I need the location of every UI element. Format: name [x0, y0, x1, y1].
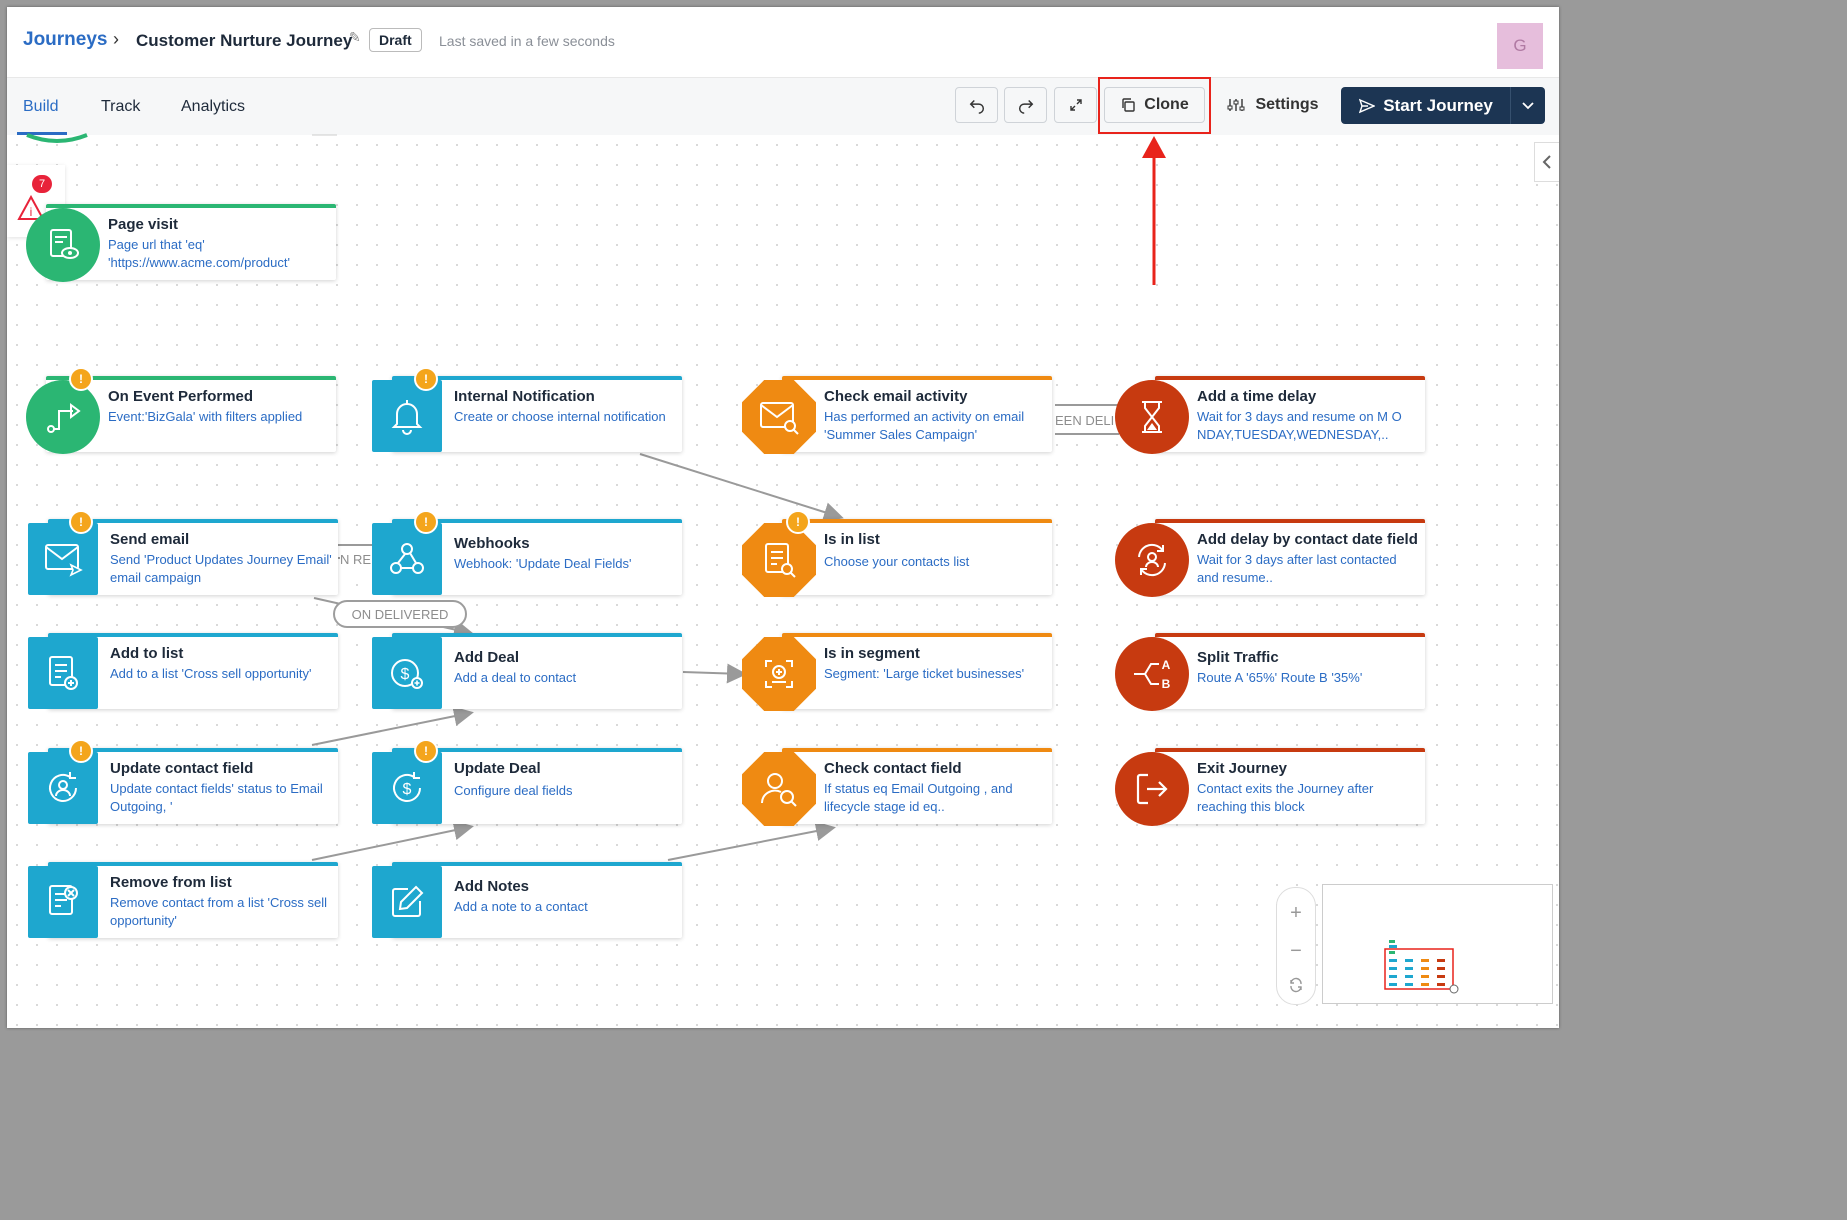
zoom-out-button[interactable]: −: [1277, 936, 1315, 966]
warning-badge: !: [414, 739, 438, 763]
zoom-in-button[interactable]: +: [1277, 898, 1315, 928]
deal-refresh-icon: $: [372, 752, 442, 824]
node-add-delay-by-contact-date[interactable]: Add delay by contact date field Wait for…: [1115, 519, 1425, 597]
node-title: Add to list: [110, 645, 184, 662]
zoom-controls: + −: [1276, 887, 1316, 1005]
bell-icon: [372, 380, 442, 452]
node-page-visit[interactable]: Page visit Page url that 'eq' 'https://w…: [26, 204, 336, 282]
minimap[interactable]: [1322, 884, 1553, 1004]
node-description: Page url that 'eq' 'https://www.acme.com…: [108, 237, 290, 270]
node-is-in-segment[interactable]: Is in segment Segment: 'Large ticket bus…: [742, 633, 1052, 711]
contact-sync-icon: [1115, 523, 1189, 597]
node-description: Send 'Product Updates Journey Email' ema…: [110, 552, 332, 585]
warning-badge: !: [69, 739, 93, 763]
node-add-time-delay[interactable]: Add a time delay Wait for 3 days and res…: [1115, 376, 1425, 454]
node-description: Choose your contacts list: [824, 554, 970, 569]
node-description: If status eq Email Outgoing , and lifecy…: [824, 781, 1013, 814]
alert-count-badge: 7: [32, 175, 52, 193]
node-title: Page visit: [108, 216, 179, 233]
app-window: Journeys › Customer Nurture Journey ✎ Dr…: [7, 7, 1559, 1028]
node-description: Add a note to a contact: [454, 899, 588, 914]
node-description: Remove contact from a list 'Cross sell o…: [110, 895, 328, 928]
list-add-icon: [28, 637, 98, 709]
node-description: Webhook: 'Update Deal Fields': [454, 556, 632, 571]
node-description: Contact exits the Journey after reaching…: [1197, 781, 1374, 814]
node-description: Add a deal to contact: [454, 670, 577, 685]
connector-edge: [639, 453, 844, 522]
contact-refresh-icon: [28, 752, 98, 824]
warning-badge: !: [414, 510, 438, 534]
node-title: Update Deal: [454, 760, 541, 777]
node-title: Is in list: [824, 531, 880, 548]
event-route-icon: [26, 380, 100, 454]
node-description: Create or choose internal notification: [454, 409, 666, 424]
reset-icon: [1290, 977, 1302, 993]
node-description: Configure deal fields: [454, 783, 573, 798]
panel-collapse-button[interactable]: [1534, 142, 1559, 182]
node-description: Event:'BizGala' with filters applied: [108, 409, 303, 424]
email-send-icon: [28, 523, 98, 595]
webhook-icon: [372, 523, 442, 595]
node-title: Split Traffic: [1197, 649, 1279, 666]
node-description: Update contact fields' status to Email O…: [110, 781, 323, 814]
svg-text:A: A: [1162, 658, 1171, 672]
node-remove-from-list[interactable]: Remove from list Remove contact from a l…: [28, 862, 338, 938]
deal-add-icon: $: [372, 637, 442, 709]
node-add-notes[interactable]: Add Notes Add a note to a contact: [372, 862, 682, 938]
edge-label-been-deli: EEN DELI: [1055, 413, 1115, 428]
node-add-deal[interactable]: $ Add Deal Add a deal to contact: [372, 633, 682, 709]
note-edit-icon: [372, 866, 442, 938]
warning-badge: !: [69, 367, 93, 391]
svg-text:$: $: [403, 781, 412, 798]
node-title: On Event Performed: [108, 388, 254, 405]
node-check-contact-field[interactable]: Check contact field If status eq Email O…: [742, 748, 1052, 826]
node-title: Update contact field: [110, 760, 254, 777]
node-title: Add a time delay: [1197, 388, 1317, 405]
warning-badge: !: [69, 510, 93, 534]
reset-view-button[interactable]: [1277, 970, 1315, 1000]
edge-label-on-delivered[interactable]: ON DELIVERED: [333, 600, 467, 628]
warning-badge: !: [786, 510, 810, 534]
node-title: Add Deal: [454, 649, 520, 666]
node-description: Route A '65%' Route B '35%': [1197, 670, 1363, 685]
svg-text:B: B: [1162, 677, 1171, 691]
node-split-traffic[interactable]: AB Split Traffic Route A '65%' Route B '…: [1115, 633, 1425, 711]
node-check-email-activity[interactable]: Check email activity Has performed an ac…: [742, 376, 1052, 454]
list-remove-icon: [28, 866, 98, 938]
node-title: Webhooks: [454, 535, 530, 552]
node-description: Wait for 3 days after last contacted and…: [1197, 552, 1397, 585]
node-add-to-list[interactable]: Add to list Add to a list 'Cross sell op…: [28, 633, 338, 709]
node-description: Add to a list 'Cross sell opportunity': [110, 666, 312, 681]
node-title: Exit Journey: [1197, 760, 1288, 777]
node-title: Is in segment: [824, 645, 920, 662]
svg-text:$: $: [401, 666, 410, 683]
node-title: Remove from list: [110, 874, 232, 891]
node-exit-journey[interactable]: Exit Journey Contact exits the Journey a…: [1115, 748, 1425, 826]
node-description: Segment: 'Large ticket businesses': [824, 666, 1025, 681]
node-title: Internal Notification: [454, 388, 595, 405]
node-title: Add Notes: [454, 878, 529, 895]
minimap-preview: [1384, 940, 1459, 994]
node-title: Add delay by contact date field: [1197, 531, 1418, 548]
node-description: Has performed an activity on email 'Summ…: [824, 409, 1025, 442]
warning-badge: !: [414, 367, 438, 391]
node-title: Send email: [110, 531, 190, 548]
exit-icon: [1115, 752, 1189, 826]
page-eye-icon: [26, 208, 100, 282]
node-description: Wait for 3 days and resume on M ONDAY,TU…: [1197, 409, 1402, 442]
node-title: Check contact field: [824, 760, 962, 777]
hourglass-icon: [1115, 380, 1189, 454]
node-title: Check email activity: [824, 388, 968, 405]
split-ab-icon: AB: [1115, 637, 1189, 711]
chevron-left-icon: [1542, 155, 1551, 169]
